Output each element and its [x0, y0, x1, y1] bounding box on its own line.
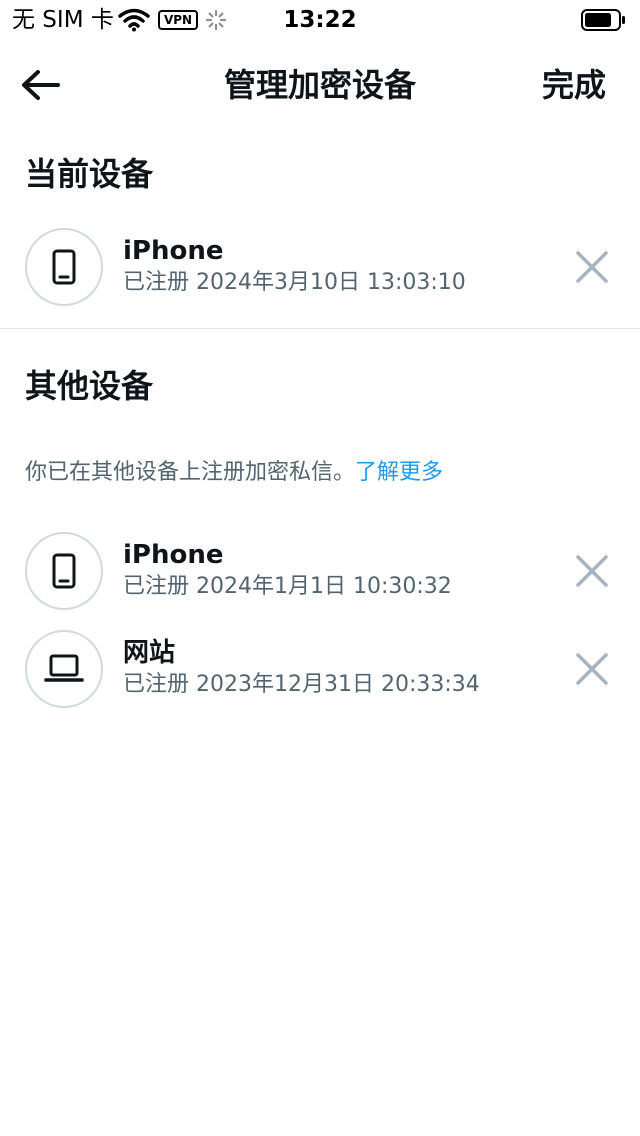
current-devices-heading: 当前设备 [25, 155, 154, 193]
other-devices-info: 你已在其他设备上注册加密私信。了解更多 [25, 458, 443, 488]
phone-icon [52, 553, 76, 589]
device-name: iPhone [123, 236, 224, 266]
remove-device-close-icon[interactable] [572, 551, 612, 591]
phone-icon [52, 249, 76, 285]
device-registered-date: 已注册 2024年3月10日 13:03:10 [123, 270, 466, 295]
info-text: 你已在其他设备上注册加密私信。 [25, 460, 356, 485]
done-button[interactable]: 完成 [542, 64, 606, 106]
current-device-row: iPhone 已注册 2024年3月10日 13:03:10 [0, 228, 640, 308]
device-registered-date: 已注册 2023年12月31日 20:33:34 [123, 672, 480, 697]
section-divider [0, 328, 640, 329]
laptop-icon [44, 654, 84, 682]
remove-device-close-icon[interactable] [572, 649, 612, 689]
remove-device-close-icon[interactable] [572, 247, 612, 287]
device-icon-circle [25, 532, 103, 610]
device-name: 网站 [123, 638, 176, 668]
other-device-row: iPhone 已注册 2024年1月1日 10:30:32 [0, 532, 640, 612]
other-device-row: 网站 已注册 2023年12月31日 20:33:34 [0, 630, 640, 710]
nav-bar: 管理加密设备 完成 [0, 50, 640, 120]
device-name: iPhone [123, 540, 224, 570]
device-icon-circle [25, 630, 103, 708]
back-arrow-icon[interactable] [18, 64, 64, 106]
other-devices-heading: 其他设备 [25, 367, 154, 405]
battery-icon [581, 9, 625, 31]
device-icon-circle [25, 228, 103, 306]
device-registered-date: 已注册 2024年1月1日 10:30:32 [123, 574, 452, 599]
learn-more-link[interactable]: 了解更多 [355, 460, 443, 485]
status-time: 13:22 [283, 7, 357, 33]
status-bar: 无 SIM 卡 VPN 13:22 [0, 0, 640, 40]
